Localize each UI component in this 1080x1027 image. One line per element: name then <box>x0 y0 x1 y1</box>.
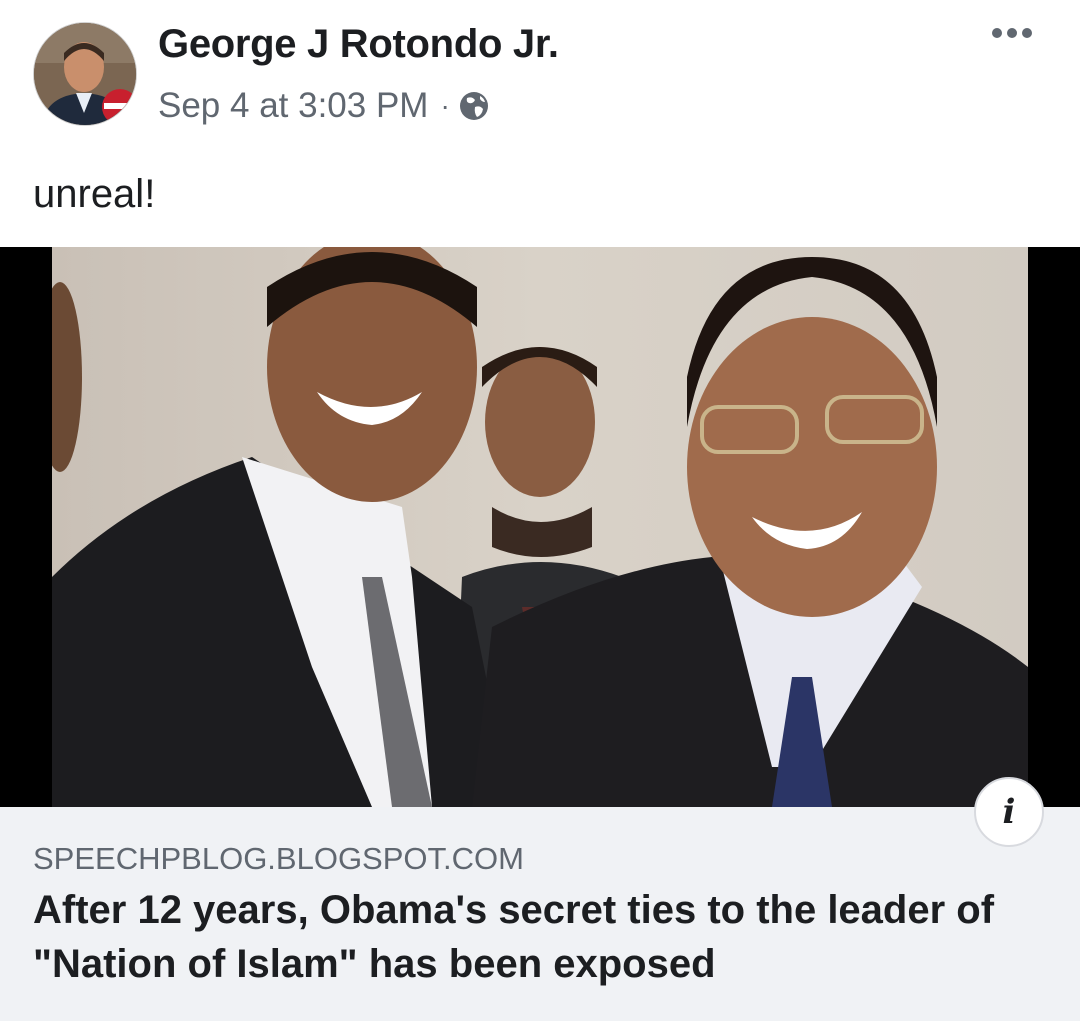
author-avatar[interactable] <box>33 22 137 126</box>
link-title[interactable]: After 12 years, Obama's secret ties to t… <box>33 883 1043 991</box>
more-options-icon[interactable] <box>992 28 1032 38</box>
more-dot <box>1007 28 1017 38</box>
post-text: unreal! <box>33 172 156 216</box>
more-dot <box>1022 28 1032 38</box>
info-icon[interactable]: i <box>974 777 1044 847</box>
post-meta: Sep 4 at 3:03 PM · <box>158 86 490 126</box>
link-preview-card[interactable]: SPEECHPBLOG.BLOGSPOT.COM After 12 years,… <box>0 807 1080 1021</box>
feed-post: George J Rotondo Jr. Sep 4 at 3:03 PM · … <box>0 0 1080 1027</box>
more-dot <box>992 28 1002 38</box>
author-name[interactable]: George J Rotondo Jr. <box>158 22 559 67</box>
globe-icon <box>458 90 490 122</box>
post-header: George J Rotondo Jr. Sep 4 at 3:03 PM · <box>0 0 1080 150</box>
link-domain: SPEECHPBLOG.BLOGSPOT.COM <box>33 841 524 876</box>
photo <box>52 247 1028 807</box>
link-preview-image[interactable] <box>0 247 1080 807</box>
post-timestamp[interactable]: Sep 4 at 3:03 PM <box>158 86 428 126</box>
meta-separator: · <box>440 90 450 121</box>
